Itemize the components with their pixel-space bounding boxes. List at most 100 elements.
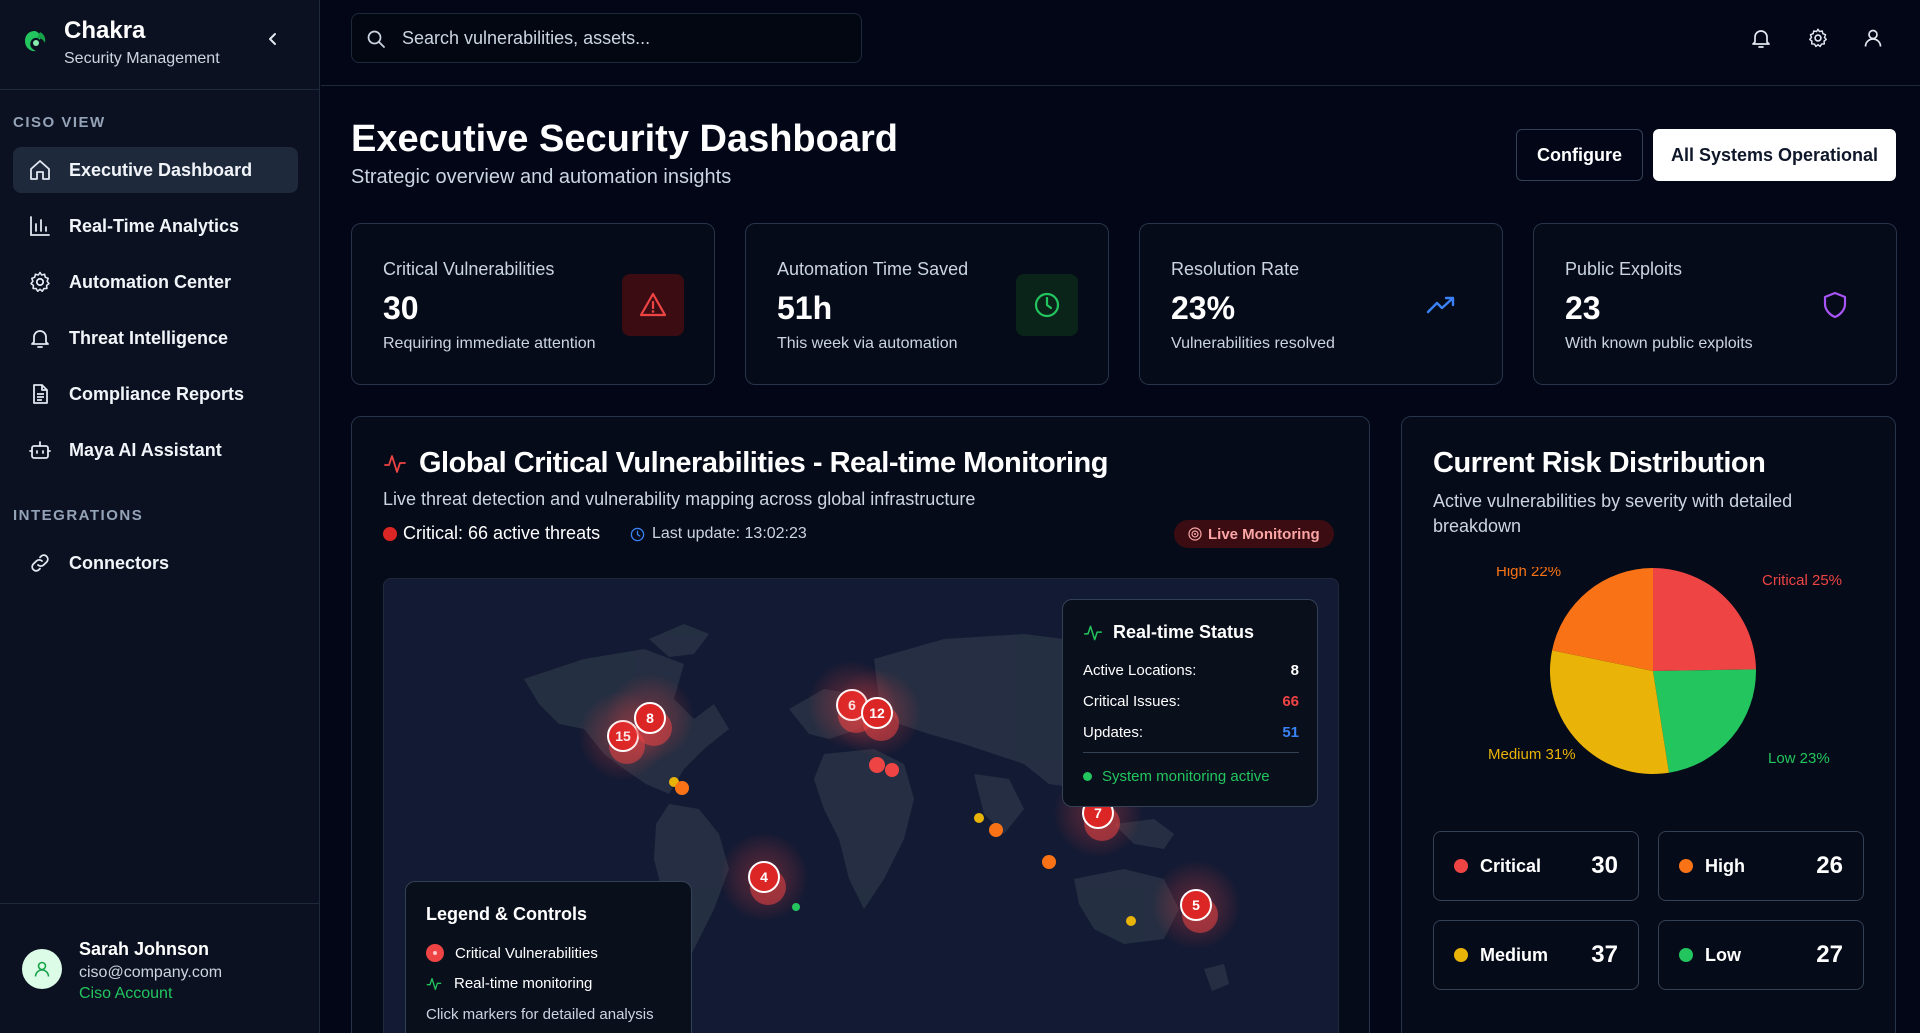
notification-bell-icon[interactable] <box>1750 27 1772 49</box>
status-value: 66 <box>1282 693 1299 710</box>
last-update-text: Last update: 13:02:23 <box>652 525 807 542</box>
system-status-button[interactable]: All Systems Operational <box>1653 129 1896 181</box>
last-update: Last update: 13:02:23 <box>630 525 807 543</box>
system-monitoring-text: System monitoring active <box>1102 768 1270 785</box>
user-email: ciso@company.com <box>79 964 223 981</box>
severity-value: 27 <box>1816 941 1843 968</box>
critical-count: Critical: 66 active threats <box>383 523 600 544</box>
user-name: Sarah Johnson <box>79 939 210 959</box>
status-panel-title: Real-time Status <box>1113 622 1255 642</box>
chevron-left-icon[interactable] <box>262 28 284 50</box>
sidebar-item-label: Compliance Reports <box>69 383 245 404</box>
threat-marker-count: 12 <box>861 697 893 729</box>
threat-marker-count: 4 <box>748 861 780 893</box>
clock-icon <box>1034 292 1060 318</box>
sidebar-item-automation-center[interactable]: Automation Center <box>13 259 298 305</box>
map-card-subtitle: Live threat detection and vulnerability … <box>383 489 976 509</box>
live-monitoring-badge: Live Monitoring <box>1174 520 1334 548</box>
pie-slice-critical[interactable] <box>1653 568 1756 671</box>
section-label-ciso-view: CISO VIEW <box>13 114 106 131</box>
home-icon <box>30 160 50 180</box>
severity-label: Medium <box>1480 944 1549 965</box>
trending-up-icon <box>1426 296 1455 314</box>
status-value: 51 <box>1282 724 1299 741</box>
severity-dot <box>1454 859 1468 873</box>
sidebar-item-label: Real-Time Analytics <box>69 215 240 236</box>
legend-item-realtime: Real-time monitoring <box>426 975 592 992</box>
sidebar-item-connectors[interactable]: Connectors <box>13 540 298 586</box>
legend-item-critical: Critical Vulnerabilities <box>426 944 598 962</box>
app-root: Chakra Security Management CISO VIEW Exe… <box>0 0 1920 1033</box>
live-monitoring-label: Live Monitoring <box>1208 525 1320 543</box>
stat-value: 23 <box>1565 290 1601 326</box>
risk-pie-chart: Critical 25% Low 23% Medium 31% High 22% <box>1488 567 1842 774</box>
user-icon <box>34 961 50 977</box>
brand: Chakra Security Management <box>0 0 320 90</box>
section-label-integrations: INTEGRATIONS <box>13 507 144 524</box>
status-row-updates: Updates: 51 <box>1083 724 1299 741</box>
user-profile[interactable]: Sarah Johnson ciso@company.com Ciso Acco… <box>0 903 320 1033</box>
global-vulnerabilities-card: Global Critical Vulnerabilities - Real-t… <box>351 416 1370 1033</box>
stat-description: With known public exploits <box>1565 335 1753 352</box>
legend-item-label: Real-time monitoring <box>454 975 593 992</box>
threat-marker-count: 8 <box>634 702 666 734</box>
severity-card-critical: Critical 30 <box>1433 831 1639 901</box>
search-input[interactable] <box>402 14 852 62</box>
stat-title: Resolution Rate <box>1171 259 1300 279</box>
severity-card-medium: Medium 37 <box>1433 920 1639 990</box>
stat-value: 30 <box>383 290 419 326</box>
realtime-status-panel: Real-time Status Active Locations: 8 Crit… <box>1062 599 1318 807</box>
threat-marker-8[interactable]: 8 <box>606 674 694 762</box>
threat-marker-5[interactable]: 5 <box>1152 861 1240 949</box>
sidebar-item-real-time-analytics[interactable]: Real-Time Analytics <box>13 203 298 249</box>
stat-title: Automation Time Saved <box>777 259 969 279</box>
threat-marker-4[interactable]: 4 <box>720 833 808 921</box>
stat-title: Critical Vulnerabilities <box>383 259 555 279</box>
risk-distribution-card: Current Risk Distribution Active vulnera… <box>1401 416 1896 1033</box>
map-card-header: Global Critical Vulnerabilities - Real-t… <box>383 447 1108 480</box>
world-map[interactable]: 1586129745 Real-time Status Active Locat… <box>383 578 1339 1033</box>
page-subtitle: Strategic overview and automation insigh… <box>351 166 732 188</box>
stat-description: Vulnerabilities resolved <box>1171 335 1335 352</box>
status-label: Active Locations: <box>1083 662 1197 679</box>
severity-value: 37 <box>1591 941 1618 968</box>
brand-subtitle: Security Management <box>64 50 220 67</box>
sidebar-item-maya-ai-assistant[interactable]: Maya AI Assistant <box>13 427 298 473</box>
alert-triangle-icon <box>639 292 667 317</box>
settings-gear-icon[interactable] <box>1807 27 1829 49</box>
status-row-critical-issues: Critical Issues: 66 <box>1083 693 1299 710</box>
activity-icon <box>384 454 406 473</box>
threat-marker-12[interactable]: 12 <box>833 669 921 757</box>
risk-card-subtitle: Active vulnerabilities by severity with … <box>1433 491 1793 536</box>
gear-icon <box>30 271 50 292</box>
critical-marker-icon <box>426 944 444 962</box>
user-account-icon[interactable] <box>1862 27 1884 49</box>
divider <box>1083 752 1299 753</box>
severity-dot <box>1679 948 1693 962</box>
stat-card-critical-vulnerabilities: Critical Vulnerabilities 30 Requiring im… <box>351 223 715 385</box>
threat-marker-count: 5 <box>1180 889 1212 921</box>
pie-label-high: High 22% <box>1496 567 1561 580</box>
sidebar-item-label: Maya AI Assistant <box>69 439 222 460</box>
user-role: Ciso Account <box>79 985 173 1002</box>
configure-button[interactable]: Configure <box>1516 129 1643 181</box>
bot-icon <box>29 441 51 459</box>
sidebar-item-compliance-reports[interactable]: Compliance Reports <box>13 371 298 417</box>
pie-slice-low[interactable] <box>1653 669 1756 773</box>
status-dot <box>1083 772 1092 781</box>
severity-card-low: Low 27 <box>1658 920 1864 990</box>
severity-value: 30 <box>1591 852 1618 879</box>
legend-item-label: Critical Vulnerabilities <box>455 944 598 962</box>
severity-card-high: High 26 <box>1658 831 1864 901</box>
status-value: 8 <box>1290 662 1299 679</box>
stat-icon-box <box>1804 274 1866 336</box>
sidebar-item-label: Threat Intelligence <box>69 327 229 348</box>
severity-label: Low <box>1705 944 1741 965</box>
map-card-title: Global Critical Vulnerabilities - Real-t… <box>419 447 1108 479</box>
sidebar-item-threat-intelligence[interactable]: Threat Intelligence <box>13 315 298 361</box>
critical-count-text: Critical: 66 active threats <box>403 523 601 543</box>
sidebar-item-executive-dashboard[interactable]: Executive Dashboard <box>13 147 298 193</box>
sidebar-item-label: Automation Center <box>69 271 231 292</box>
topbar <box>321 0 1920 86</box>
radar-icon <box>1188 527 1202 541</box>
